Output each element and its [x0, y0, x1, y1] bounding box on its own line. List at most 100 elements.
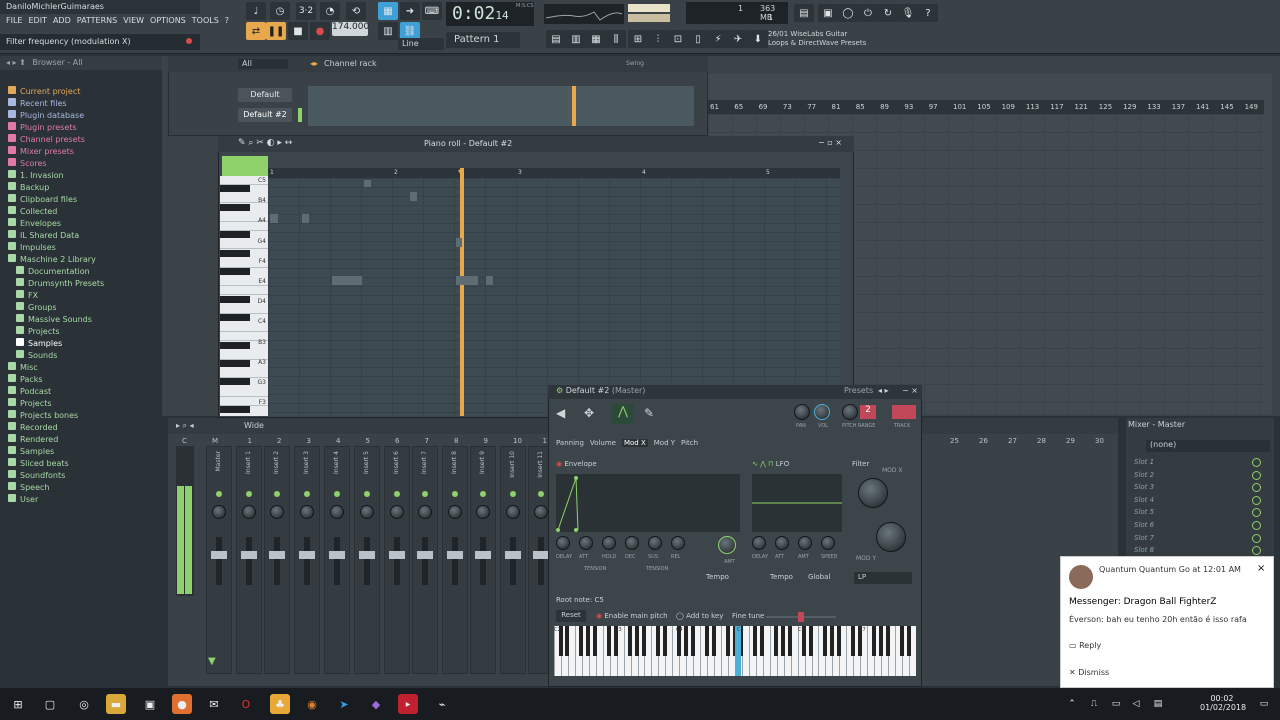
slot-toggle[interactable] [1252, 470, 1261, 480]
slot-toggle[interactable] [1252, 508, 1261, 518]
lfo-knob[interactable] [821, 536, 835, 550]
effect-slot[interactable]: Slot 8 [1134, 546, 1252, 556]
black-key[interactable] [788, 626, 793, 656]
black-key[interactable] [628, 626, 633, 656]
tab-mod-y[interactable]: Mod Y [654, 439, 675, 447]
sound-app-icon[interactable]: ⌁ [432, 694, 452, 714]
preset-arrows-icon[interactable]: ◂ ▸ [878, 386, 889, 395]
envelope-icon[interactable]: ⋀ [612, 404, 634, 424]
reply-button[interactable]: ▭ Reply [1069, 641, 1101, 650]
add-to-key-toggle[interactable]: ◯ Add to key [676, 612, 723, 620]
black-key[interactable] [822, 626, 827, 656]
envelope-amount-knob[interactable] [718, 536, 736, 554]
black-key[interactable] [690, 626, 695, 656]
lfo-global-label[interactable]: Global [808, 573, 830, 581]
effect-slot[interactable]: Slot 2 [1134, 471, 1252, 481]
pitch-knob[interactable] [842, 404, 858, 420]
envelope-toggle-icon[interactable]: ◉ [556, 460, 562, 468]
black-key[interactable] [871, 626, 876, 656]
root-note-keyboard[interactable]: C2 C3 C4 C5 C6 C7 [554, 626, 916, 676]
plugin-close-icon[interactable]: − × [902, 386, 918, 395]
black-key[interactable] [586, 626, 591, 656]
black-key[interactable] [781, 626, 786, 656]
video-app-icon[interactable]: ▶ [398, 694, 418, 714]
black-key[interactable] [655, 626, 660, 656]
effect-slot[interactable]: Slot 5 [1134, 508, 1252, 518]
black-key[interactable] [829, 626, 834, 656]
black-key[interactable] [565, 626, 570, 656]
filter-type-select[interactable]: LP [854, 572, 912, 584]
effect-slot[interactable]: Slot 4 [1134, 496, 1252, 506]
presets-label[interactable]: Presets [844, 386, 873, 395]
send-arrow-icon[interactable]: ▼ [208, 656, 216, 667]
task-view-icon[interactable]: ▢ [40, 694, 60, 714]
lfo-knob[interactable] [775, 536, 789, 550]
black-key[interactable] [642, 626, 647, 656]
black-key[interactable] [850, 626, 855, 656]
dismiss-button[interactable]: ✕ Dismiss [1069, 668, 1109, 677]
black-key[interactable] [683, 626, 688, 656]
photos-icon[interactable]: ▣ [140, 694, 160, 714]
fl-studio-icon[interactable]: ♣ [270, 694, 290, 714]
tray-chevron-icon[interactable]: ⌃ [1062, 694, 1082, 714]
effect-slot[interactable]: Slot 7 [1134, 534, 1252, 544]
clock[interactable]: 00:02 01/02/2018 [1200, 694, 1246, 712]
root-note-key[interactable] [735, 626, 741, 676]
black-key[interactable] [836, 626, 841, 656]
range-display[interactable]: 2 [860, 405, 876, 419]
assistant-icon[interactable]: ◎ [74, 694, 94, 714]
black-key[interactable] [635, 626, 640, 656]
black-key[interactable] [662, 626, 667, 656]
envelope-knob[interactable] [579, 536, 593, 550]
misc-functions-icon[interactable]: ✥ [584, 406, 594, 420]
black-key[interactable] [906, 626, 911, 656]
black-key[interactable] [774, 626, 779, 656]
language-icon[interactable]: ▤ [1148, 694, 1168, 714]
fine-tune-handle[interactable] [798, 612, 804, 622]
browser-icon[interactable]: ● [172, 694, 192, 714]
envelope-knob[interactable] [648, 536, 662, 550]
wrench-icon[interactable]: ✎ [644, 406, 654, 420]
track-button[interactable] [892, 405, 916, 419]
slot-toggle[interactable] [1252, 483, 1261, 493]
black-key[interactable] [593, 626, 598, 656]
mod-x-knob[interactable] [858, 478, 888, 508]
black-key[interactable] [704, 626, 709, 656]
slot-toggle[interactable] [1252, 495, 1261, 505]
volume-knob[interactable] [814, 404, 830, 420]
envelope-knob[interactable] [671, 536, 685, 550]
black-key[interactable] [711, 626, 716, 656]
lfo-shapes-icon[interactable]: ∿ ⋀ ⊓ [752, 460, 774, 468]
black-key[interactable] [878, 626, 883, 656]
opera-icon[interactable]: O [236, 694, 256, 714]
envelope-knob[interactable] [556, 536, 570, 550]
envelope-graph[interactable] [556, 474, 740, 532]
mod-y-knob[interactable] [876, 522, 906, 552]
envelope-knob[interactable] [625, 536, 639, 550]
network-icon[interactable]: ⎍ [1084, 694, 1104, 714]
mail-icon[interactable]: ✉ [204, 694, 224, 714]
effect-slot[interactable]: Slot 3 [1134, 483, 1252, 493]
slot-toggle[interactable] [1252, 458, 1261, 467]
lfo-graph[interactable] [752, 474, 842, 532]
pan-knob[interactable] [794, 404, 810, 420]
tab-volume[interactable]: Volume [590, 439, 616, 447]
windows-start-icon[interactable]: ⊞ [8, 694, 28, 714]
effect-slot[interactable]: Slot 1 [1134, 458, 1252, 468]
lfo-knob[interactable] [752, 536, 766, 550]
firefox-icon[interactable]: ◉ [302, 694, 322, 714]
reset-button[interactable]: Reset [556, 610, 586, 622]
close-icon[interactable]: × [1257, 563, 1265, 574]
envelope-knob[interactable] [602, 536, 616, 550]
main-pitch-toggle[interactable]: ◉ Enable main pitch [596, 612, 668, 620]
tab-panning[interactable]: Panning [556, 439, 584, 447]
fine-tune-slider[interactable] [766, 612, 836, 622]
speaker-icon[interactable]: ◀ [556, 406, 565, 420]
lfo-knob[interactable] [798, 536, 812, 550]
battery-icon[interactable]: ▭ [1106, 694, 1126, 714]
telegram-icon[interactable]: ➤ [334, 694, 354, 714]
visual-studio-icon[interactable]: ◆ [366, 694, 386, 714]
black-key[interactable] [885, 626, 890, 656]
tab-pitch[interactable]: Pitch [681, 439, 698, 447]
black-key[interactable] [725, 626, 730, 656]
